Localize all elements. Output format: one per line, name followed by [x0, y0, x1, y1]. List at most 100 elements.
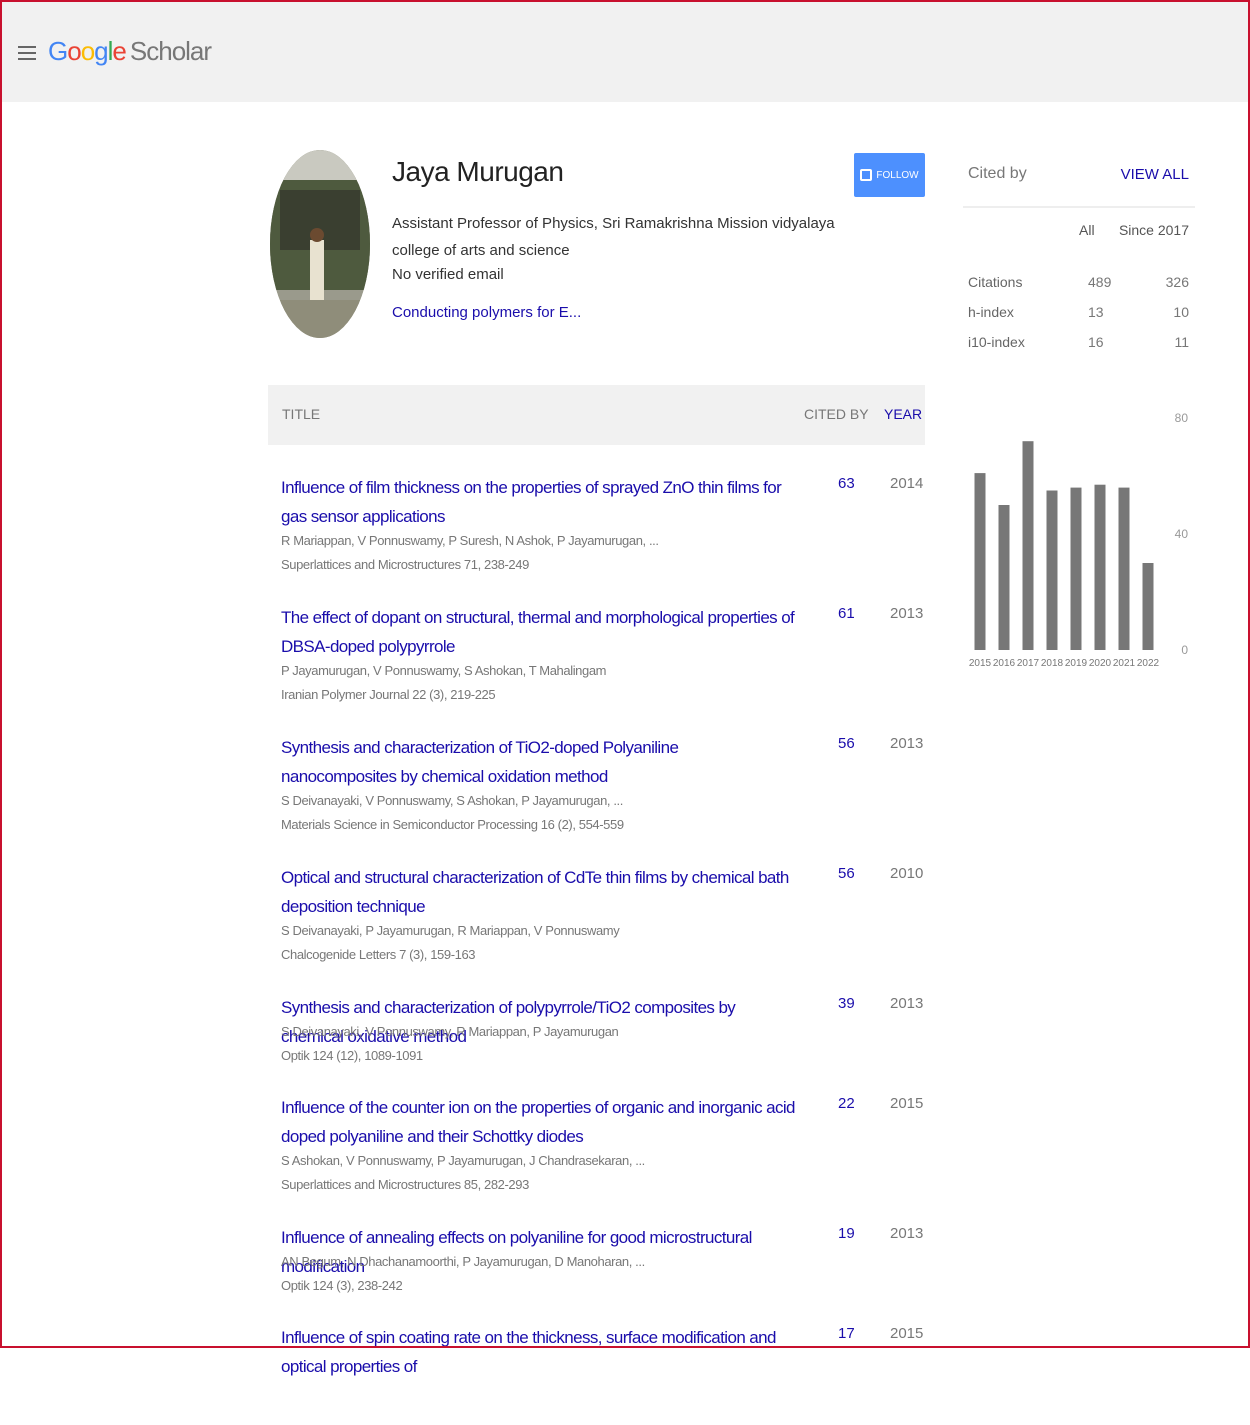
publication-venue: Superlattices and Microstructures 71, 23…: [281, 557, 529, 572]
stat-label: h-index: [968, 304, 1014, 320]
publication-venue: Materials Science in Semiconductor Proce…: [281, 817, 624, 832]
chart-y-tick-label: 0: [1181, 643, 1188, 657]
stat-since-value: 326: [1165, 274, 1189, 290]
citation-count-link[interactable]: 19: [838, 1225, 855, 1242]
chart-bar-2020[interactable]: [1094, 484, 1106, 650]
chart-bar-2017[interactable]: [1022, 441, 1034, 650]
publication-title-link[interactable]: Optical and structural characterization …: [281, 863, 796, 921]
divider: [963, 206, 1195, 208]
google-scholar-logo[interactable]: Google Scholar: [48, 36, 212, 67]
publication-year: 2013: [890, 605, 924, 622]
profile-name: Jaya Murugan: [392, 156, 564, 187]
table-row: Synthesis and characterization of TiO2-d…: [268, 705, 925, 835]
follow-icon: [860, 169, 873, 181]
publication-authors: S Deivanayaki, V Ponnuswamy, R Mariappan…: [281, 1024, 619, 1039]
view-all-link[interactable]: VIEW ALL: [1121, 166, 1189, 183]
stat-label: i10-index: [968, 334, 1025, 350]
follow-button[interactable]: FOLLOW: [854, 153, 925, 197]
citation-count-link[interactable]: 63: [838, 475, 855, 492]
publications-table-header: TITLE CITED BY YEAR: [268, 385, 925, 445]
stat-row-h-index: h-index 13 10: [968, 304, 1189, 328]
chart-x-tick-label: 2016: [993, 658, 1016, 669]
cited-by-title: Cited by: [968, 165, 1027, 182]
publication-year: 2013: [890, 735, 924, 752]
avatar: [270, 150, 370, 338]
publication-authors: S Deivanayaki, P Jayamurugan, R Mariappa…: [281, 923, 620, 938]
table-row: Synthesis and characterization of polypy…: [268, 965, 925, 1065]
all-column-header: All: [1079, 222, 1095, 238]
chart-bar-2021[interactable]: [1118, 487, 1130, 650]
follow-label: FOLLOW: [876, 169, 919, 181]
citation-count-link[interactable]: 17: [838, 1325, 855, 1342]
publication-year: 2015: [890, 1325, 924, 1342]
stat-since-value: 10: [1173, 304, 1189, 320]
publication-authors: P Jayamurugan, V Ponnuswamy, S Ashokan, …: [281, 663, 607, 678]
research-interest-link[interactable]: Conducting polymers for E...: [392, 304, 581, 321]
logo-letter: o: [80, 36, 96, 66]
chart-x-tick-label: 2015: [969, 658, 992, 669]
chart-x-tick-label: 2017: [1017, 658, 1040, 669]
publication-venue: Chalcogenide Letters 7 (3), 159-163: [281, 947, 476, 962]
publication-year: 2010: [890, 865, 924, 882]
table-row: Optical and structural characterization …: [268, 835, 925, 965]
logo-letter: o: [67, 36, 82, 66]
table-row: Influence of the counter ion on the prop…: [268, 1065, 925, 1195]
since-column-header: Since 2017: [1118, 222, 1189, 238]
publication-year: 2015: [890, 1095, 924, 1112]
publication-title-link[interactable]: Synthesis and characterization of TiO2-d…: [281, 733, 796, 791]
title-column-header[interactable]: TITLE: [282, 406, 320, 422]
publication-title-link[interactable]: Influence of the counter ion on the prop…: [281, 1093, 796, 1151]
chart-bar-2022[interactable]: [1142, 563, 1154, 650]
top-bar: Google Scholar: [2, 2, 1248, 102]
hamburger-menu-icon[interactable]: [18, 46, 36, 60]
citation-count-link[interactable]: 22: [838, 1095, 855, 1112]
table-row: Influence of film thickness on the prope…: [268, 445, 925, 575]
citations-per-year-chart: 2015 2016 2017 2018 2019 2020 2021 2022 0 40 80: [969, 411, 1189, 669]
stat-since-value: 11: [1174, 334, 1189, 350]
publication-year: 2013: [890, 995, 924, 1012]
cited-by-column-header[interactable]: CITED BY: [804, 406, 869, 422]
citation-count-link[interactable]: 39: [838, 995, 855, 1012]
stat-all-value: 13: [1088, 304, 1104, 320]
stat-all-value: 489: [1088, 274, 1112, 290]
stat-row-citations: Citations 489 326: [968, 274, 1189, 298]
profile-affiliation: Assistant Professor of Physics, Sri Rama…: [392, 215, 835, 259]
logo-letter: e: [112, 36, 127, 66]
publication-authors: S Ashokan, V Ponnuswamy, P Jayamurugan, …: [281, 1153, 645, 1168]
table-row: The effect of dopant on structural, ther…: [268, 575, 925, 705]
publication-venue: Superlattices and Microstructures 85, 28…: [281, 1177, 529, 1192]
chart-bar-2016[interactable]: [998, 505, 1010, 650]
chart-bar-2015[interactable]: [974, 473, 986, 650]
chart-bar-2019[interactable]: [1070, 487, 1082, 650]
table-row: Influence of spin coating rate on the th…: [268, 1295, 925, 1425]
publication-authors: R Mariappan, V Ponnuswamy, P Suresh, N A…: [281, 533, 659, 548]
chart-x-tick-label: 2019: [1065, 658, 1088, 669]
chart-x-tick-label: 2018: [1041, 658, 1064, 669]
table-row: Influence of annealing effects on polyan…: [268, 1195, 925, 1295]
publication-authors: AN Begum, N Dhachanamoorthi, P Jayamurug…: [281, 1254, 645, 1269]
citation-count-link[interactable]: 61: [838, 605, 855, 622]
citation-count-link[interactable]: 56: [838, 865, 855, 882]
publication-year: 2013: [890, 1225, 924, 1242]
citation-count-link[interactable]: 56: [838, 735, 855, 752]
logo-letter: g: [94, 36, 109, 66]
publication-title-link[interactable]: Influence of spin coating rate on the th…: [281, 1323, 796, 1381]
publication-title-link[interactable]: Influence of film thickness on the prope…: [281, 473, 796, 531]
logo-scholar-text: Scholar: [129, 36, 212, 66]
publication-title-link[interactable]: The effect of dopant on structural, ther…: [281, 603, 796, 661]
chart-x-tick-label: 2022: [1137, 658, 1160, 669]
chart-y-tick-label: 80: [1175, 411, 1189, 425]
stat-label: Citations: [968, 274, 1023, 290]
stat-row-i10-index: i10-index 16 11: [968, 334, 1189, 358]
stat-all-value: 16: [1088, 334, 1104, 350]
chart-bar-2018[interactable]: [1046, 490, 1058, 651]
chart-x-tick-label: 2021: [1113, 658, 1136, 669]
year-column-header[interactable]: YEAR: [884, 406, 922, 422]
publication-authors: S Deivanayaki, V Ponnuswamy, S Ashokan, …: [281, 793, 623, 808]
publication-venue: Iranian Polymer Journal 22 (3), 219-225: [281, 687, 496, 702]
profile-email-status: No verified email: [392, 266, 504, 283]
chart-x-tick-label: 2020: [1089, 658, 1112, 669]
publications-list: Influence of film thickness on the prope…: [268, 445, 925, 1425]
chart-y-tick-label: 40: [1175, 527, 1189, 541]
logo-letter: G: [48, 36, 68, 66]
